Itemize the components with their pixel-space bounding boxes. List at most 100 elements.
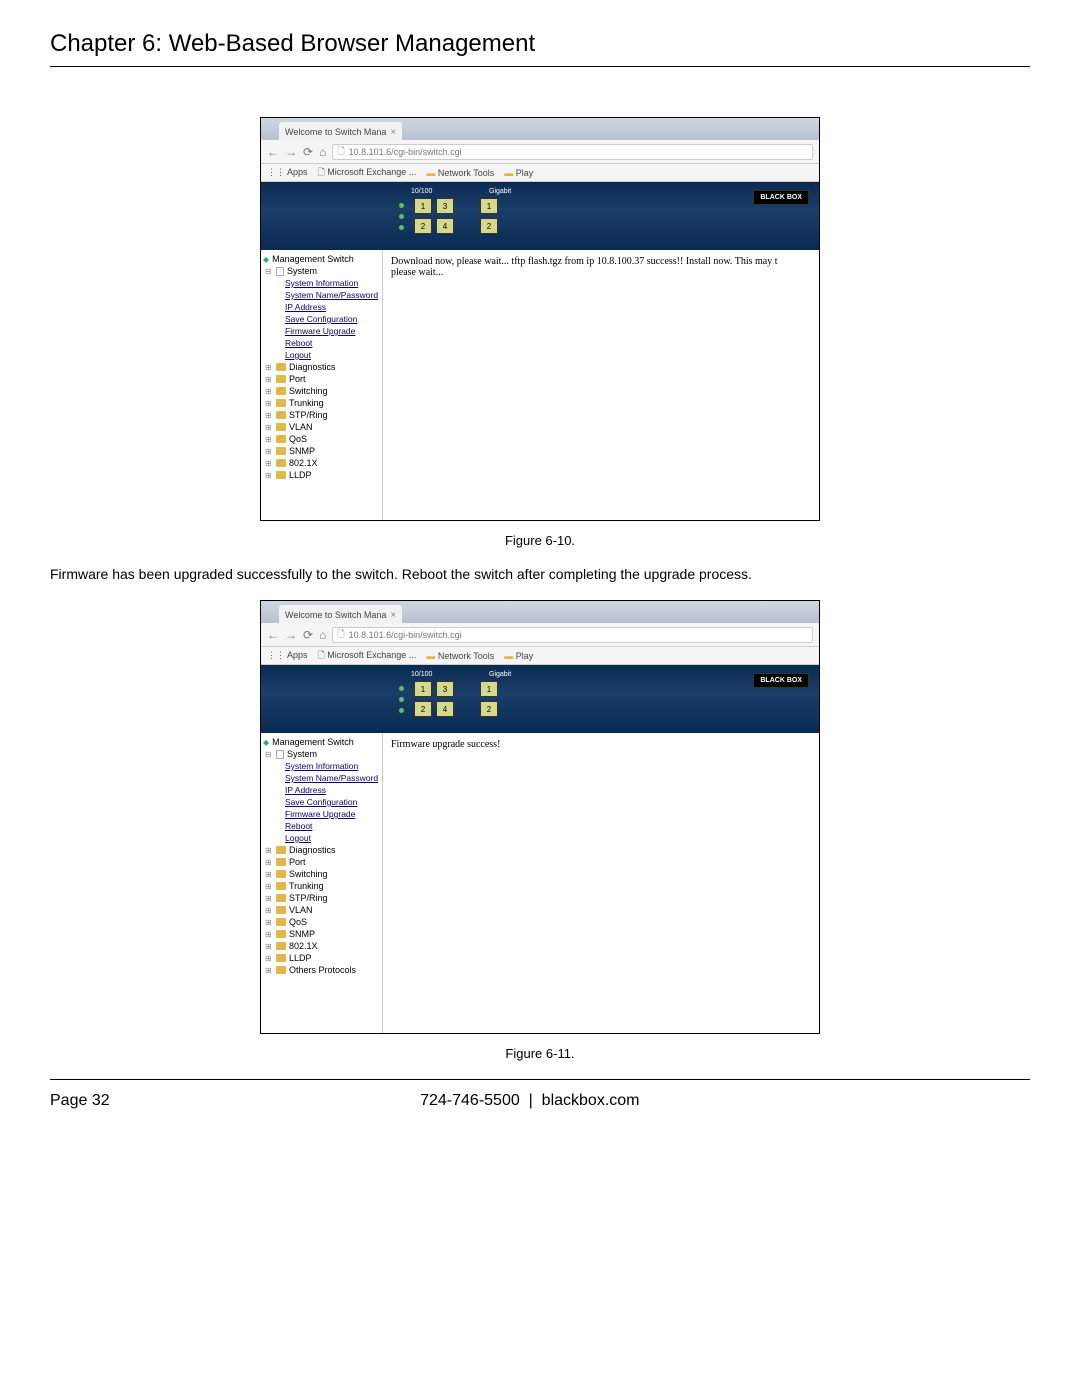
tree-node-trunking[interactable]: ⊞Trunking — [265, 398, 380, 408]
port-4: 4 — [436, 701, 454, 717]
play-bookmark[interactable]: ▬ Play — [504, 168, 533, 178]
brand-logo: BLACK BOX — [753, 673, 809, 688]
url-text: 10.8.101.6/cgi-bin/switch.cgi — [349, 630, 462, 640]
play-bookmark[interactable]: ▬ Play — [504, 651, 533, 661]
tree-node-diagnostics[interactable]: ⊞Diagnostics — [265, 362, 380, 372]
page-number: Page 32 — [50, 1092, 110, 1110]
port-2: 2 — [414, 218, 432, 234]
tree-node-lldp[interactable]: ⊞LLDP — [265, 470, 380, 480]
tree-node-vlan[interactable]: ⊞VLAN — [265, 905, 380, 915]
port-grid-10-100: 1 3 2 4 — [414, 198, 454, 234]
port-1: 1 — [414, 198, 432, 214]
browser-nav-bar: ← → ⟳ ⌂ 🗋 10.8.101.6/cgi-bin/switch.cgi — [261, 623, 819, 647]
tree-node-others-protocols[interactable]: ⊞Others Protocols — [265, 965, 380, 975]
url-bar[interactable]: 🗋 10.8.101.6/cgi-bin/switch.cgi — [332, 144, 813, 160]
chapter-title: Chapter 6: Web-Based Browser Management — [50, 30, 1030, 67]
back-icon[interactable]: ← — [267, 145, 279, 159]
reload-icon[interactable]: ⟳ — [303, 145, 313, 159]
link-system-name-password[interactable]: System Name/Password — [285, 290, 380, 300]
status-text-line1: Download now, please wait... tftp flash.… — [391, 256, 778, 267]
tree-node-snmp[interactable]: ⊞SNMP — [265, 929, 380, 939]
forward-icon[interactable]: → — [285, 145, 297, 159]
home-icon[interactable]: ⌂ — [319, 145, 326, 159]
link-firmware-upgrade[interactable]: Firmware Upgrade — [285, 326, 380, 336]
body-paragraph: Firmware has been upgraded successfully … — [50, 566, 1030, 582]
tree-node-switching[interactable]: ⊞Switching — [265, 386, 380, 396]
tree-root[interactable]: Management Switch — [263, 254, 380, 264]
rate-label: 10/100 — [411, 671, 432, 678]
link-system-information[interactable]: System Information — [285, 761, 380, 771]
link-logout[interactable]: Logout — [285, 833, 380, 843]
close-icon[interactable]: × — [390, 610, 396, 621]
page-footer: Page 32 724-746-5500 | blackbox.com — [50, 1079, 1030, 1110]
page-frame: 10/100 1 3 2 4 Gigabit 1 2 BLACK BOX Man… — [261, 665, 819, 1033]
gig-port-2: 2 — [480, 701, 498, 717]
port-1: 1 — [414, 681, 432, 697]
system-sublinks: System Information System Name/Password … — [285, 761, 380, 843]
url-bar[interactable]: 🗋 10.8.101.6/cgi-bin/switch.cgi — [332, 627, 813, 643]
main-content: Download now, please wait... tftp flash.… — [383, 250, 819, 520]
figure-6-11-caption: Figure 6-11. — [50, 1046, 1030, 1061]
forward-icon[interactable]: → — [285, 628, 297, 642]
link-ip-address[interactable]: IP Address — [285, 785, 380, 795]
tree-node-8021x[interactable]: ⊞802.1X — [265, 458, 380, 468]
tree-node-stp-ring[interactable]: ⊞STP/Ring — [265, 893, 380, 903]
gigabit-label: Gigabit — [489, 671, 511, 678]
browser-tab[interactable]: Welcome to Switch Mana × — [279, 122, 402, 140]
port-grid-10-100: 1 3 2 4 — [414, 681, 454, 717]
apps-bookmark[interactable]: ⋮⋮ Apps — [267, 650, 308, 661]
port-grid-gigabit: 1 2 — [480, 681, 498, 717]
back-icon[interactable]: ← — [267, 628, 279, 642]
reload-icon[interactable]: ⟳ — [303, 628, 313, 642]
apps-bookmark[interactable]: ⋮⋮ Apps — [267, 167, 308, 178]
close-icon[interactable]: × — [390, 127, 396, 138]
browser-nav-bar: ← → ⟳ ⌂ 🗋 10.8.101.6/cgi-bin/switch.cgi — [261, 140, 819, 164]
gig-port-1: 1 — [480, 198, 498, 214]
tree-node-diagnostics[interactable]: ⊞Diagnostics — [265, 845, 380, 855]
tree-node-stp-ring[interactable]: ⊞STP/Ring — [265, 410, 380, 420]
tree-node-switching[interactable]: ⊞Switching — [265, 869, 380, 879]
tree-node-lldp[interactable]: ⊞LLDP — [265, 953, 380, 963]
exchange-bookmark[interactable]: 🗋 Microsoft Exchange ... — [318, 648, 417, 664]
tree-node-port[interactable]: ⊞Port — [265, 374, 380, 384]
link-save-configuration[interactable]: Save Configuration — [285, 797, 380, 807]
link-system-name-password[interactable]: System Name/Password — [285, 773, 380, 783]
nettools-bookmark[interactable]: ▬ Network Tools — [426, 168, 494, 178]
home-icon[interactable]: ⌂ — [319, 628, 326, 642]
tree-root[interactable]: Management Switch — [263, 737, 380, 747]
browser-tab[interactable]: Welcome to Switch Mana × — [279, 605, 402, 623]
page-icon: 🗋 — [337, 144, 344, 160]
figure-6-11-screenshot: Welcome to Switch Mana × ← → ⟳ ⌂ 🗋 10.8.… — [260, 600, 820, 1034]
figure-6-10-screenshot: Welcome to Switch Mana × ← → ⟳ ⌂ 🗋 10.8.… — [260, 117, 820, 521]
main-content: Firmware upgrade success! — [383, 733, 819, 1033]
exchange-bookmark[interactable]: 🗋 Microsoft Exchange ... — [318, 165, 417, 181]
link-firmware-upgrade[interactable]: Firmware Upgrade — [285, 809, 380, 819]
link-reboot[interactable]: Reboot — [285, 338, 380, 348]
tree-node-qos[interactable]: ⊞QoS — [265, 434, 380, 444]
port-3: 3 — [436, 198, 454, 214]
link-save-configuration[interactable]: Save Configuration — [285, 314, 380, 324]
url-text: 10.8.101.6/cgi-bin/switch.cgi — [349, 147, 462, 157]
link-reboot[interactable]: Reboot — [285, 821, 380, 831]
status-text-line2: please wait... — [391, 267, 443, 278]
page-icon: 🗋 — [337, 627, 344, 643]
link-ip-address[interactable]: IP Address — [285, 302, 380, 312]
tree-node-snmp[interactable]: ⊞SNMP — [265, 446, 380, 456]
link-system-information[interactable]: System Information — [285, 278, 380, 288]
tree-node-8021x[interactable]: ⊞802.1X — [265, 941, 380, 951]
tree-node-system[interactable]: ⊟System — [265, 749, 380, 759]
tree-node-port[interactable]: ⊞Port — [265, 857, 380, 867]
port-4: 4 — [436, 218, 454, 234]
nettools-bookmark[interactable]: ▬ Network Tools — [426, 651, 494, 661]
link-logout[interactable]: Logout — [285, 350, 380, 360]
tree-node-vlan[interactable]: ⊞VLAN — [265, 422, 380, 432]
product-banner: 10/100 1 3 2 4 Gigabit 1 2 BLACK BOX — [261, 665, 819, 733]
tree-node-qos[interactable]: ⊞QoS — [265, 917, 380, 927]
gig-port-2: 2 — [480, 218, 498, 234]
tree-node-trunking[interactable]: ⊞Trunking — [265, 881, 380, 891]
tree-node-system[interactable]: ⊟System — [265, 266, 380, 276]
port-2: 2 — [414, 701, 432, 717]
rate-label: 10/100 — [411, 188, 432, 195]
port-grid-gigabit: 1 2 — [480, 198, 498, 234]
nav-tree: Management Switch ⊟System System Informa… — [261, 733, 383, 1033]
